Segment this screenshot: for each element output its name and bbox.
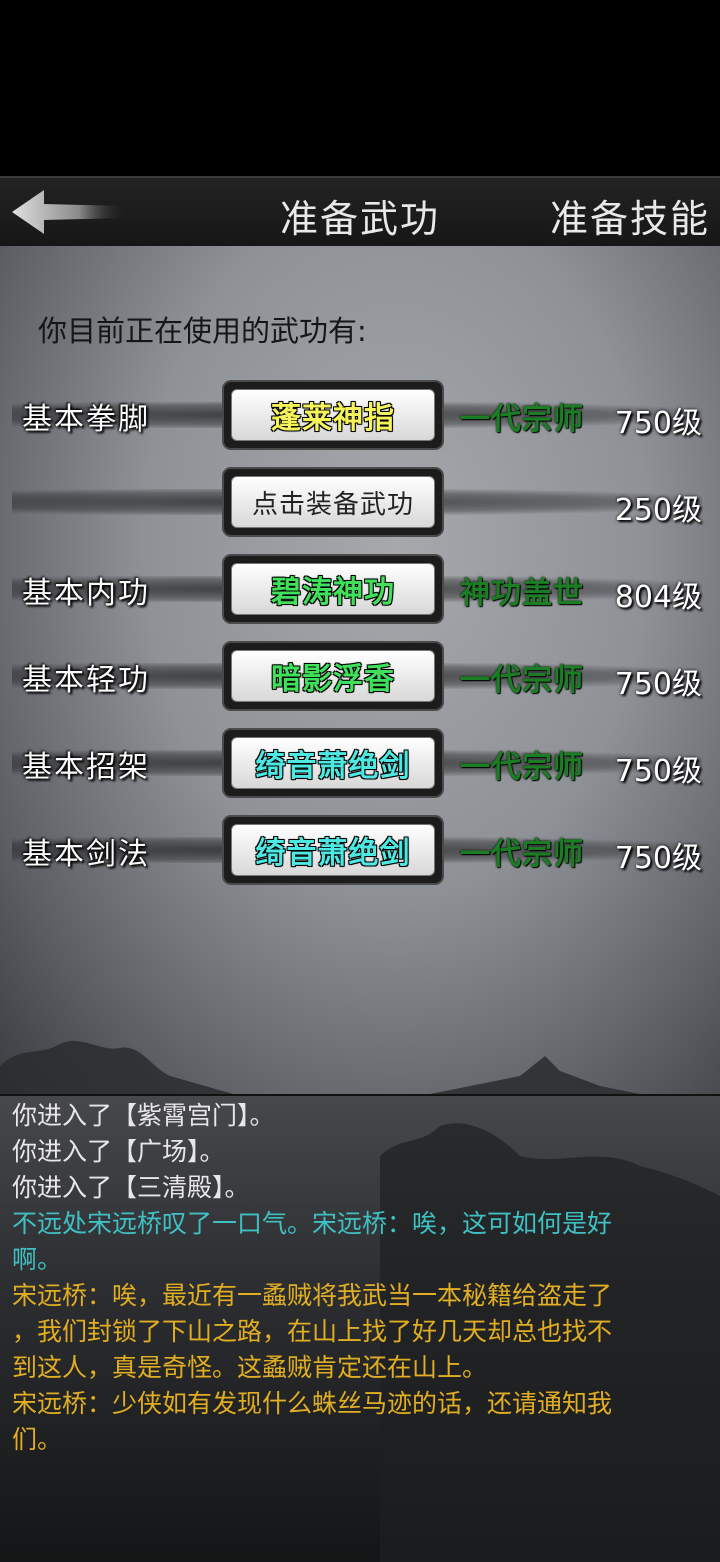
slot-row: 基本内功 碧涛神功 神功盖世 804级: [0, 554, 720, 624]
log-line: 宋远桥：少侠如有发现什么蛛丝马迹的话，还请通知我: [12, 1389, 613, 1418]
skill-button[interactable]: 碧涛神功: [222, 554, 444, 624]
skill-name: 蓬莱神指: [271, 401, 395, 436]
skill-rank: 一代宗师: [460, 837, 584, 872]
slot-label: 基本拳脚: [22, 402, 150, 437]
slot-label: 基本内功: [22, 576, 150, 611]
log-line: 不远处宋远桥叹了一口气。宋远桥：唉，这可如何是好: [12, 1209, 613, 1238]
skill-level: 804级: [614, 580, 702, 615]
skill-name: 碧涛神功: [271, 575, 395, 610]
slot-row: 基本轻功 暗影浮香 一代宗师 750级: [0, 641, 720, 711]
mountain-silhouette: [0, 1040, 640, 1094]
slot-label: 基本轻功: [22, 663, 150, 698]
page-title: 准备武功: [279, 197, 440, 241]
prepare-skill-tab[interactable]: 准备技能: [550, 188, 710, 243]
slot-label: 基本招架: [22, 750, 150, 785]
message-log[interactable]: 你进入了【紫霄宫门】。 你进入了【广场】。 你进入了【三清殿】。 不远处宋远桥叹…: [0, 1094, 720, 1562]
skill-button[interactable]: 绮音萧绝剑: [222, 728, 444, 798]
skill-level: 750级: [614, 406, 702, 441]
slot-row: 基本招架 绮音萧绝剑 一代宗师 750级: [0, 728, 720, 798]
skill-name: 绮音萧绝剑: [255, 749, 411, 784]
skill-rank: 神功盖世: [460, 576, 584, 611]
log-line: 你进入了【广场】。: [12, 1137, 225, 1166]
slot-row: 基本剑法 绮音萧绝剑 一代宗师 750级: [0, 815, 720, 885]
equip-skill-button[interactable]: 点击装备武功: [222, 467, 444, 537]
skill-level: 750级: [614, 667, 702, 702]
skill-button[interactable]: 绮音萧绝剑: [222, 815, 444, 885]
skill-name: 点击装备武功: [251, 489, 414, 520]
skill-level: 750级: [614, 841, 702, 876]
skill-name: 绮音萧绝剑: [255, 836, 411, 871]
log-line: 宋远桥：唉，最近有一蟊贼将我武当一本秘籍给盗走了: [12, 1281, 613, 1310]
status-area: [0, 0, 720, 176]
skill-button[interactable]: 暗影浮香: [222, 641, 444, 711]
log-line: 你进入了【紫霄宫门】。: [12, 1101, 275, 1130]
skill-level: 250级: [614, 493, 702, 528]
log-line: ，我们封锁了下山之路，在山上找了好几天却总也找不: [12, 1317, 613, 1346]
back-arrow-icon[interactable]: [8, 184, 128, 240]
slot-label: 基本剑法: [22, 837, 150, 872]
skill-button[interactable]: 蓬莱神指: [222, 380, 444, 450]
skill-rank: 一代宗师: [460, 750, 584, 785]
intro-text: 你目前正在使用的武功有:: [38, 314, 367, 348]
skill-name: 暗影浮香: [271, 662, 395, 697]
skill-level: 750级: [614, 754, 702, 789]
martial-arts-panel: 你目前正在使用的武功有: 基本拳脚 蓬莱神指 一代宗师 750级 点击装备武功 …: [0, 246, 720, 1094]
skill-rank: 一代宗师: [460, 402, 584, 437]
log-line: 啊。: [12, 1245, 63, 1274]
skill-rank: 一代宗师: [460, 663, 584, 698]
log-line: 你进入了【三清殿】。: [12, 1173, 250, 1202]
log-line: 们。: [12, 1425, 63, 1454]
slot-row: 基本拳脚 蓬莱神指 一代宗师 750级: [0, 380, 720, 450]
top-bar: 准备武功 准备技能: [0, 176, 720, 248]
log-line: 到这人，真是奇怪。这蟊贼肯定还在山上。: [12, 1353, 488, 1382]
slot-row: 点击装备武功 250级: [0, 467, 720, 537]
log-lines: 你进入了【紫霄宫门】。 你进入了【广场】。 你进入了【三清殿】。 不远处宋远桥叹…: [12, 1098, 702, 1458]
